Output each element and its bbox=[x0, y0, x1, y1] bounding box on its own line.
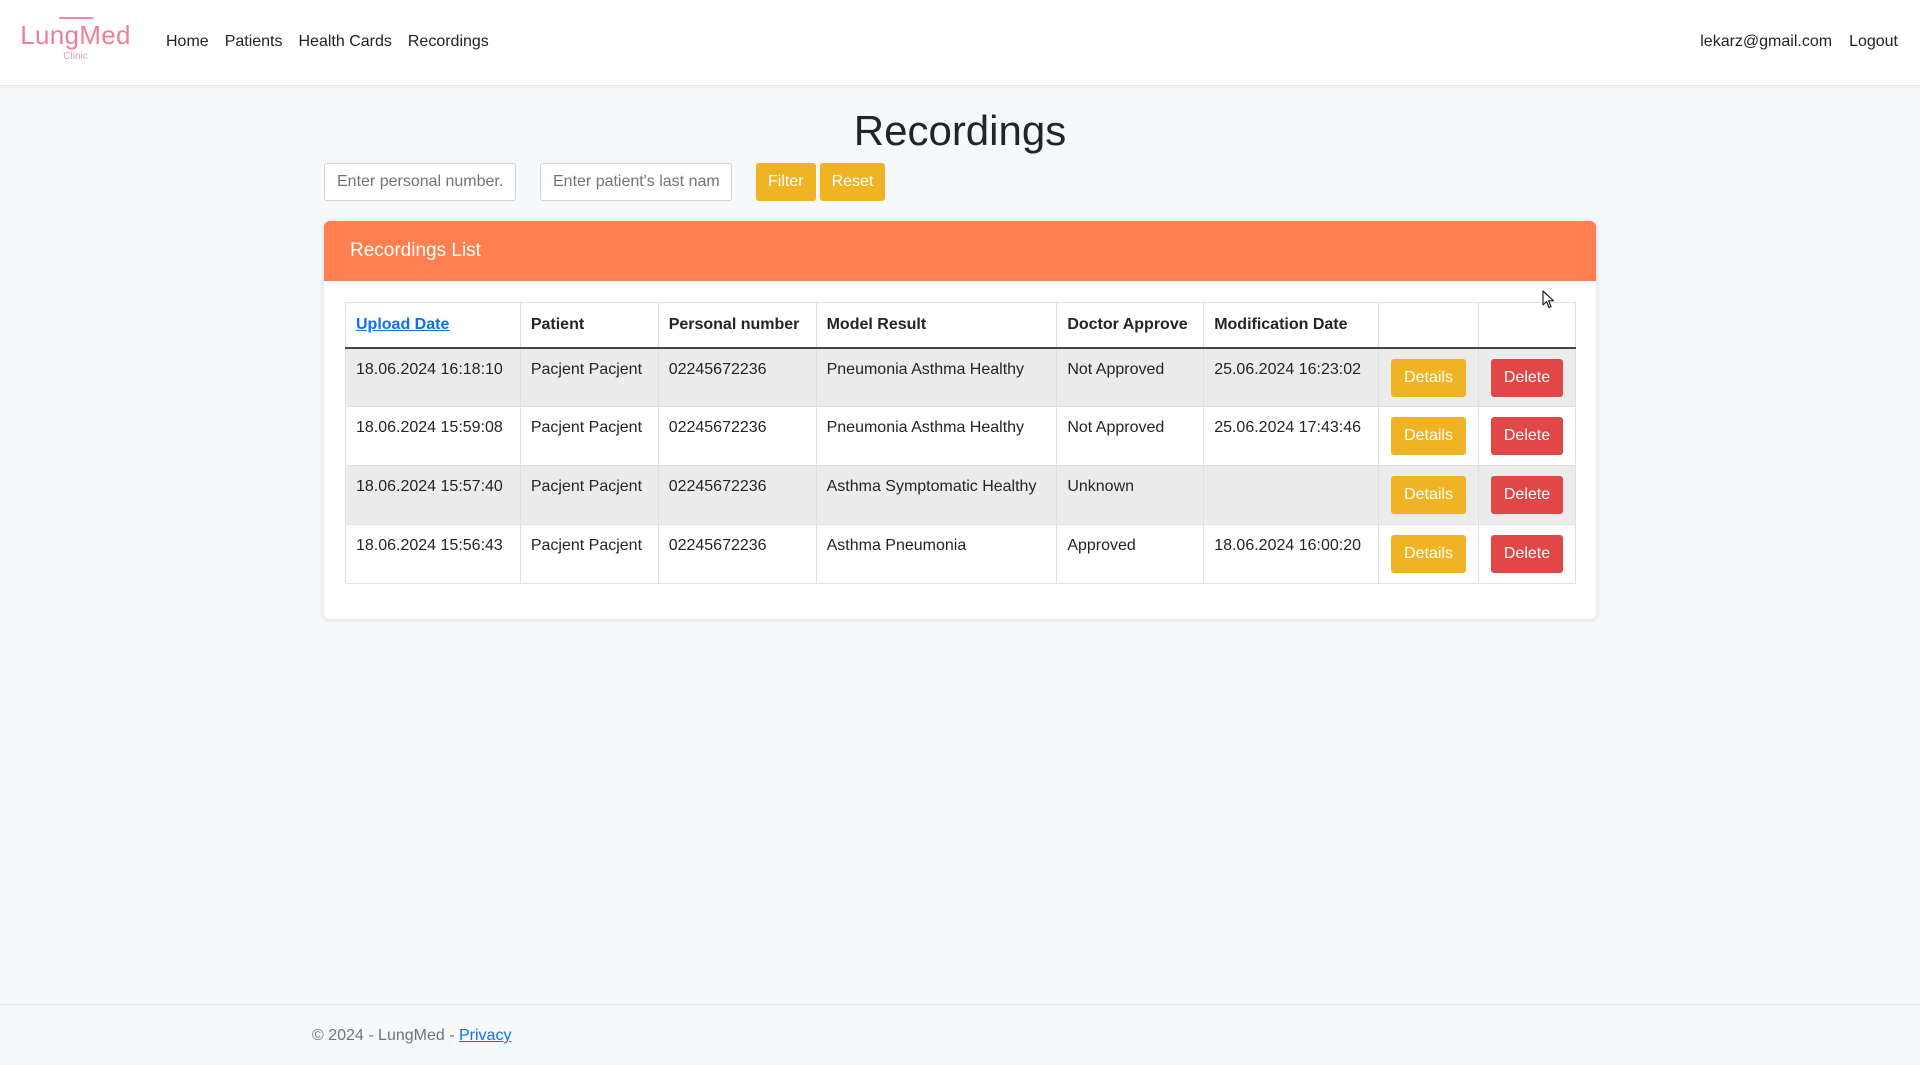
cell-patient: Pacjent Pacjent bbox=[519, 347, 659, 407]
footer: © 2024 - LungMed - Privacy bbox=[0, 1004, 1920, 1065]
cell-upload-date: 18.06.2024 15:56:43 bbox=[345, 524, 521, 584]
header-doctor-approve: Doctor Approve bbox=[1056, 302, 1205, 349]
cell-modification-date: 25.06.2024 17:43:46 bbox=[1203, 406, 1380, 466]
filter-button[interactable]: Filter bbox=[756, 163, 816, 201]
reset-button[interactable]: Reset bbox=[819, 163, 886, 201]
header-details bbox=[1378, 302, 1479, 349]
user-nav: lekarz@gmail.com Logout bbox=[1683, 31, 1898, 53]
cell-modification-date: 25.06.2024 16:23:02 bbox=[1203, 347, 1380, 407]
header-upload-date[interactable]: Upload Date bbox=[345, 302, 521, 349]
table-row: 18.06.2024 15:56:43 Pacjent Pacjent 0224… bbox=[345, 524, 1577, 584]
cell-upload-date: 18.06.2024 15:59:08 bbox=[345, 406, 521, 466]
cell-personal-number: 02245672236 bbox=[657, 465, 817, 525]
logout-link[interactable]: Logout bbox=[1849, 31, 1898, 53]
delete-button[interactable]: Delete bbox=[1490, 476, 1563, 514]
cell-upload-date: 18.06.2024 16:18:10 bbox=[345, 347, 521, 407]
recordings-table: Upload Date Patient Personal number Mode… bbox=[345, 302, 1577, 584]
cell-delete: Delete bbox=[1477, 406, 1577, 466]
cell-delete: Delete bbox=[1477, 524, 1577, 584]
header-modification-date: Modification Date bbox=[1203, 302, 1380, 349]
delete-button[interactable]: Delete bbox=[1490, 535, 1563, 573]
card-header: Recordings List bbox=[324, 221, 1596, 281]
cell-personal-number: 02245672236 bbox=[657, 406, 817, 466]
header-personal-number: Personal number bbox=[657, 302, 817, 349]
cell-patient: Pacjent Pacjent bbox=[519, 465, 659, 525]
recordings-card: Recordings List Upload Date Patient Pers… bbox=[324, 221, 1596, 619]
delete-button[interactable]: Delete bbox=[1490, 417, 1563, 455]
footer-text: © 2024 - LungMed - Privacy bbox=[312, 1027, 511, 1045]
cell-patient: Pacjent Pacjent bbox=[519, 524, 659, 584]
navbar: LungMed Clinic Home Patients Health Card… bbox=[0, 0, 1920, 86]
cell-modification-date: 18.06.2024 16:00:20 bbox=[1203, 524, 1380, 584]
table-row: 18.06.2024 16:18:10 Pacjent Pacjent 0224… bbox=[345, 347, 1577, 407]
cell-delete: Delete bbox=[1477, 347, 1577, 407]
nav-health-cards[interactable]: Health Cards bbox=[299, 31, 392, 53]
table-row: 18.06.2024 15:57:40 Pacjent Pacjent 0224… bbox=[345, 465, 1577, 525]
logo-name: LungMed bbox=[20, 20, 131, 50]
lungmed-logo[interactable]: LungMed Clinic bbox=[18, 14, 133, 70]
filter-bar: Filter Reset bbox=[324, 163, 889, 201]
cell-delete: Delete bbox=[1477, 465, 1577, 525]
delete-button[interactable]: Delete bbox=[1490, 358, 1563, 397]
nav-recordings[interactable]: Recordings bbox=[408, 31, 489, 53]
details-button[interactable]: Details bbox=[1391, 358, 1467, 397]
cell-model-result: Asthma Symptomatic Healthy bbox=[815, 465, 1058, 525]
footer-copyright: © 2024 - LungMed - bbox=[312, 1027, 459, 1044]
cell-personal-number: 02245672236 bbox=[657, 347, 817, 407]
header-model-result: Model Result bbox=[815, 302, 1058, 349]
cell-model-result: Pneumonia Asthma Healthy bbox=[815, 406, 1058, 466]
header-patient: Patient bbox=[519, 302, 659, 349]
sort-upload-date-link[interactable]: Upload Date bbox=[356, 316, 449, 333]
main-nav: Home Patients Health Cards Recordings bbox=[166, 31, 505, 53]
details-button[interactable]: Details bbox=[1391, 476, 1467, 514]
table-row: 18.06.2024 15:59:08 Pacjent Pacjent 0224… bbox=[345, 406, 1577, 466]
cell-doctor-approve: Unknown bbox=[1056, 465, 1205, 525]
details-button[interactable]: Details bbox=[1391, 535, 1467, 573]
privacy-link[interactable]: Privacy bbox=[459, 1027, 511, 1044]
nav-home[interactable]: Home bbox=[166, 31, 209, 53]
cell-details: Details bbox=[1378, 465, 1479, 525]
cell-doctor-approve: Not Approved bbox=[1056, 347, 1205, 407]
mouse-cursor-icon bbox=[1542, 290, 1555, 309]
cell-upload-date: 18.06.2024 15:57:40 bbox=[345, 465, 521, 525]
details-button[interactable]: Details bbox=[1391, 417, 1467, 455]
cell-details: Details bbox=[1378, 524, 1479, 584]
cell-details: Details bbox=[1378, 406, 1479, 466]
cell-personal-number: 02245672236 bbox=[657, 524, 817, 584]
nav-patients[interactable]: Patients bbox=[225, 31, 283, 53]
cell-patient: Pacjent Pacjent bbox=[519, 406, 659, 466]
cell-doctor-approve: Approved bbox=[1056, 524, 1205, 584]
page-title: Recordings bbox=[853, 107, 1067, 154]
last-name-input[interactable] bbox=[540, 163, 732, 201]
personal-number-input[interactable] bbox=[324, 163, 516, 201]
cell-model-result: Pneumonia Asthma Healthy bbox=[815, 347, 1058, 407]
header-delete bbox=[1477, 302, 1577, 349]
user-email-link[interactable]: lekarz@gmail.com bbox=[1700, 31, 1832, 53]
table-header-row: Upload Date Patient Personal number Mode… bbox=[345, 302, 1577, 349]
cell-model-result: Asthma Pneumonia bbox=[815, 524, 1058, 584]
logo-subtitle: Clinic bbox=[63, 51, 88, 62]
cell-doctor-approve: Not Approved bbox=[1056, 406, 1205, 466]
logo-accent-bar bbox=[58, 17, 93, 19]
cell-details: Details bbox=[1378, 347, 1479, 407]
cell-modification-date bbox=[1203, 465, 1380, 525]
